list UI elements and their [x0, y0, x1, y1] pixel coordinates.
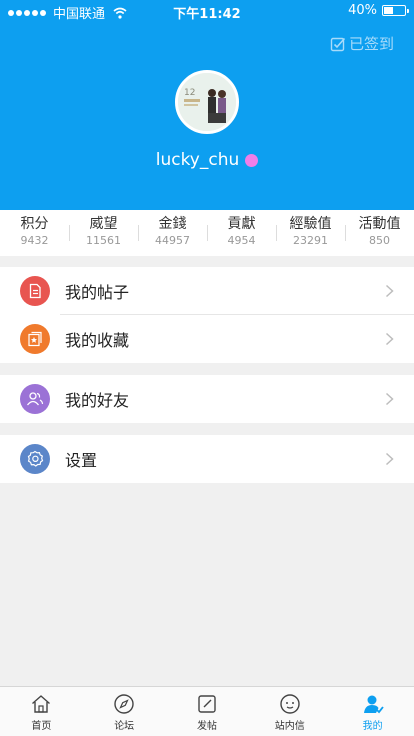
chevron-right-icon — [385, 332, 394, 346]
avatar[interactable]: 12 — [175, 70, 239, 134]
menu-group-settings: 设置 — [0, 435, 414, 483]
menu-item-label: 我的收藏 — [65, 331, 130, 350]
battery-icon — [382, 5, 409, 16]
menu-item-my-posts[interactable]: 我的帖子 — [0, 267, 414, 315]
username-row: lucky_chu — [0, 150, 414, 170]
star-collection-icon — [20, 324, 50, 354]
gender-female-icon — [245, 153, 259, 167]
chevron-right-icon — [385, 392, 394, 406]
menu-item-settings[interactable]: 设置 — [0, 435, 414, 483]
tab-home[interactable]: 首页 — [0, 687, 83, 736]
stat-points: 积分 9432 — [20, 216, 49, 247]
avatar-image: 12 — [178, 73, 236, 131]
menu-item-my-friends[interactable]: 我的好友 — [0, 375, 414, 423]
username: lucky_chu — [155, 150, 240, 170]
home-icon — [32, 695, 51, 713]
tab-compose[interactable]: 发帖 — [166, 687, 249, 736]
tab-label: 我的 — [362, 721, 383, 732]
menu-group-content: 我的帖子 我的收藏 — [0, 267, 414, 363]
stat-experience: 經驗值 23291 — [276, 210, 345, 256]
checkin-icon — [330, 37, 346, 51]
tab-label: 首页 — [31, 721, 52, 732]
stat-money: 金錢 44957 — [138, 210, 207, 256]
battery-percent: 40% — [348, 3, 377, 18]
message-icon — [280, 694, 300, 714]
svg-text:12: 12 — [184, 88, 195, 98]
user-stats: 积分 9432 威望 11561 金錢 44957 貢獻 4954 經驗值 23… — [0, 210, 414, 256]
tab-mine[interactable]: 我的 — [331, 687, 414, 736]
gear-icon — [20, 444, 50, 474]
compose-icon — [198, 695, 216, 713]
compass-icon — [114, 694, 134, 714]
tab-forum[interactable]: 论坛 — [83, 687, 166, 736]
stat-prestige: 威望 11561 — [69, 210, 138, 256]
tab-messages[interactable]: 站内信 — [248, 687, 331, 736]
checkin-button[interactable]: 已签到 — [330, 33, 394, 54]
bottom-tab-bar: 首页 论坛 发帖 站内信 我的 — [0, 686, 414, 736]
document-icon — [20, 276, 50, 306]
tab-label: 站内信 — [274, 721, 305, 732]
profile-icon — [363, 695, 384, 714]
menu-item-label: 我的好友 — [65, 391, 130, 410]
chevron-right-icon — [385, 452, 394, 466]
chevron-right-icon — [385, 284, 394, 298]
stat-contribution: 貢獻 4954 — [207, 210, 276, 256]
menu-item-my-favorites[interactable]: 我的收藏 — [0, 315, 414, 363]
friends-icon — [20, 384, 50, 414]
menu-item-label: 设置 — [65, 451, 98, 470]
menu-item-label: 我的帖子 — [65, 283, 130, 302]
profile-header: 中国联通 下午11:42 40% 已签到 12 lucky_chu — [0, 0, 414, 210]
tab-label: 发帖 — [196, 721, 217, 732]
checkin-label: 已签到 — [348, 35, 394, 53]
tab-label: 论坛 — [114, 721, 135, 732]
menu-group-social: 我的好友 — [0, 375, 414, 423]
stat-activity: 活動值 850 — [345, 210, 414, 256]
status-bar: 中国联通 下午11:42 40% — [0, 0, 414, 22]
